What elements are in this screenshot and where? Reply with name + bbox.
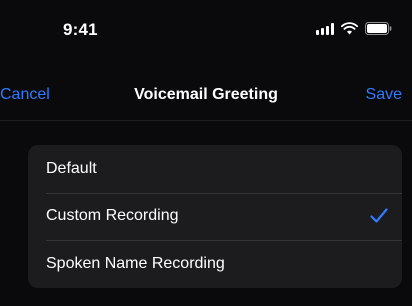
status-icons	[316, 22, 392, 35]
page-title: Voicemail Greeting	[134, 86, 278, 103]
checkmark-icon	[370, 208, 388, 223]
wifi-icon	[341, 22, 358, 35]
option-label: Custom Recording	[46, 207, 179, 225]
status-bar: 9:41	[0, 0, 412, 60]
nav-divider	[0, 120, 412, 121]
option-custom-recording[interactable]: Custom Recording	[28, 192, 402, 241]
option-spoken-name-recording[interactable]: Spoken Name Recording	[28, 240, 402, 288]
status-time: 9:41	[63, 20, 98, 39]
signal-icon	[316, 22, 334, 35]
navigation-bar: Voicemail Greeting Cancel Save	[0, 72, 412, 116]
option-label: Spoken Name Recording	[46, 254, 225, 272]
cancel-button[interactable]: Cancel	[0, 86, 50, 104]
greeting-options-list: Default Custom Recording Spoken Name Rec…	[28, 145, 402, 288]
option-default[interactable]: Default	[28, 145, 402, 193]
battery-icon	[365, 22, 392, 35]
save-button[interactable]: Save	[366, 86, 402, 104]
option-label: Default	[46, 159, 97, 177]
